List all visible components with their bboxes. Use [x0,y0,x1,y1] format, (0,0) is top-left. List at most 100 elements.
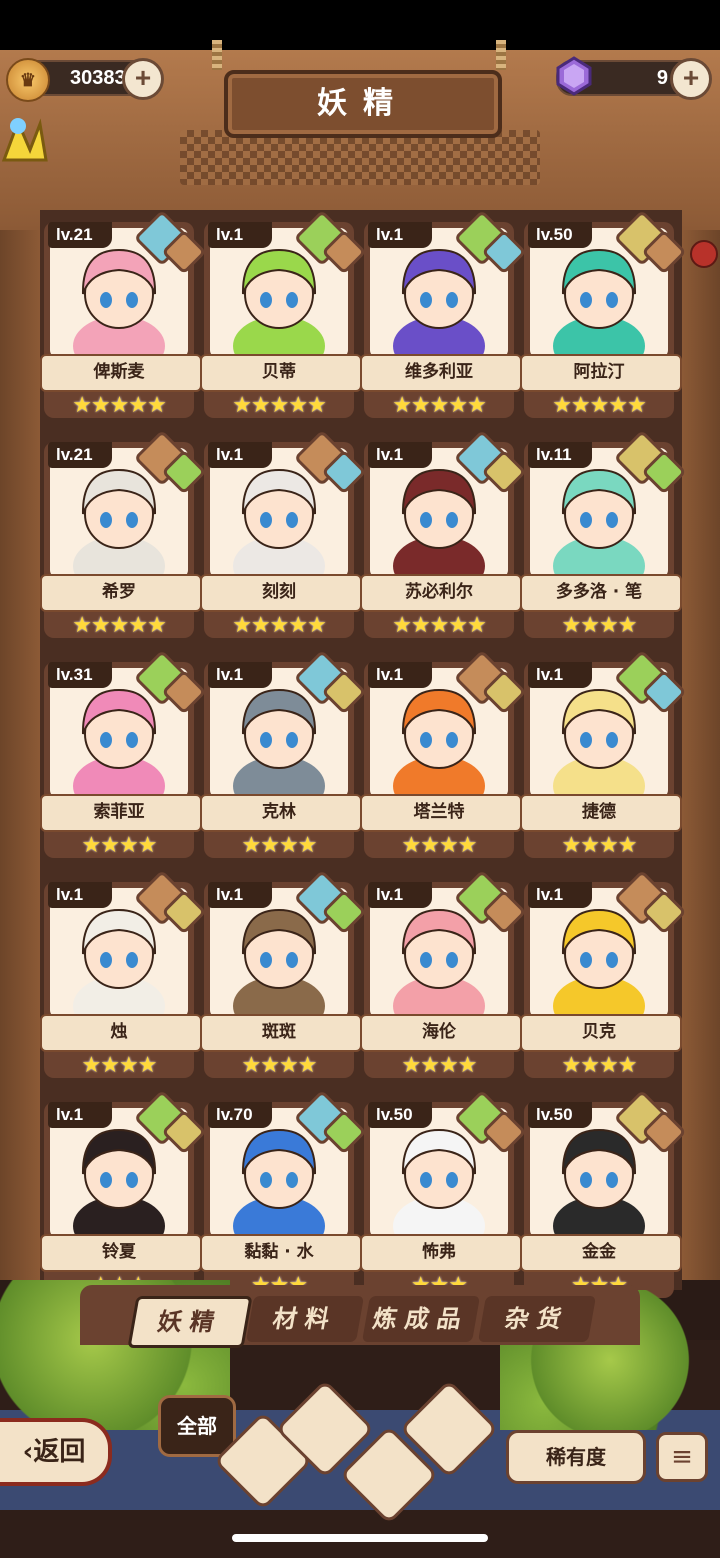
fairy-card[interactable]: lv.1 克林 ★★★★ [200,649,367,868]
eye-right [126,512,138,528]
fairy-name: 捷德 [582,802,616,822]
eye-left [260,732,272,748]
fairy-card[interactable]: lv.1 刻刻 ★★★★★ [200,429,367,648]
eye-left [420,292,432,308]
star-rating: ★★★★ [561,1053,638,1078]
star-rating: ★★★★★ [72,613,167,638]
coin-counter: ♛ 30383 + [6,58,164,102]
eye-right [126,732,138,748]
star-rating: ★★★★★ [552,393,647,418]
fairy-card[interactable]: lv.11 多多洛 · 笔 ★★★★ [520,429,687,648]
level-badge: lv.70 [208,1102,272,1128]
gem-value: 9 [656,67,668,89]
cabinet-side-left [0,230,40,1280]
fairy-card[interactable]: lv.1 贝蒂 ★★★★★ [200,209,367,428]
eye-left [260,952,272,968]
fairy-name: 俾斯麦 [93,362,145,382]
sign-rope-left [212,40,222,70]
eye-right [446,292,458,308]
eye-right [446,952,458,968]
fairy-card[interactable]: lv.1 斑斑 ★★★★ [200,869,367,1088]
level-badge: lv.31 [48,662,112,688]
level-badge: lv.21 [48,222,112,248]
fairy-card[interactable]: lv.1 贝克 ★★★★ [520,869,687,1088]
star-rating: ★★★★ [401,833,478,858]
fairy-name: 克林 [262,802,296,822]
coin-value: 30383 [70,67,126,89]
tab-misc[interactable]: 杂货 [477,1296,597,1342]
tab-crafted[interactable]: 炼成品 [361,1296,481,1342]
filter-all-button[interactable]: 全部 [158,1395,236,1457]
level-badge: lv.1 [48,1102,112,1128]
fairy-card[interactable]: lv.1 捷德 ★★★★ [520,649,687,868]
eye-right [606,732,618,748]
fairy-name: 贝蒂 [262,362,296,382]
eye-left [100,732,112,748]
fairy-card[interactable]: lv.31 索菲亚 ★★★★ [40,649,207,868]
eye-right [446,1172,458,1188]
star-rating: ★★★★★ [232,393,327,418]
eye-right [286,1172,298,1188]
home-indicator [232,1534,488,1542]
fairy-card[interactable]: lv.1 铃夏 ★★★ [40,1089,207,1308]
gem-icon [556,56,592,96]
fairy-card[interactable]: lv.1 苏必利尔 ★★★★★ [360,429,527,648]
fairy-name: 怖弗 [422,1242,456,1262]
ladybug-icon [690,240,718,268]
star-rating: ★★★★★ [392,613,487,638]
eye-left [260,1172,272,1188]
fairy-card[interactable]: lv.1 烛 ★★★★ [40,869,207,1088]
star-rating: ★★★★ [81,1053,158,1078]
level-badge: lv.11 [528,442,592,468]
eye-right [286,732,298,748]
back-button[interactable]: ‹返回 [0,1418,112,1486]
fairy-card[interactable]: lv.21 俾斯麦 ★★★★★ [40,209,207,428]
level-badge: lv.50 [528,1102,592,1128]
level-badge: lv.1 [528,662,592,688]
gem-counter: 9 + [556,56,712,100]
eye-left [580,1172,592,1188]
fairy-card[interactable]: lv.1 海伦 ★★★★ [360,869,527,1088]
level-badge: lv.1 [528,882,592,908]
tab-materials[interactable]: 材料 [245,1296,365,1342]
eye-right [446,512,458,528]
eye-left [420,732,432,748]
page-title: 妖精 [224,70,502,138]
fairy-name: 维多利亚 [405,362,473,382]
level-badge: lv.1 [208,222,272,248]
fairy-name: 贝克 [582,1022,616,1042]
fairy-card[interactable]: lv.50 金金 ★★★ [520,1089,687,1308]
add-gems-button[interactable]: + [670,58,712,100]
level-badge: lv.50 [528,222,592,248]
sign-rope-right [496,40,506,70]
fairy-card[interactable]: lv.1 维多利亚 ★★★★★ [360,209,527,428]
fairy-card[interactable]: lv.21 希罗 ★★★★★ [40,429,207,648]
eye-left [580,292,592,308]
tab-fairy[interactable]: 妖精 [127,1296,253,1348]
fairy-name: 希罗 [102,582,136,602]
fairy-card[interactable]: lv.50 怖弗 ★★★ [360,1089,527,1308]
level-badge: lv.1 [368,222,432,248]
eye-left [100,1172,112,1188]
cabinet-side-right [682,230,720,1280]
fairy-name: 刻刻 [262,582,296,602]
eye-left [100,952,112,968]
star-rating: ★★★★ [241,1053,318,1078]
eye-right [286,512,298,528]
rarity-sort-button[interactable]: 稀有度 [506,1430,646,1484]
level-badge: lv.50 [368,1102,432,1128]
fairy-card[interactable]: lv.50 阿拉汀 ★★★★★ [520,209,687,428]
sort-order-button[interactable]: ≡ [656,1432,708,1482]
eye-left [420,512,432,528]
eye-left [260,512,272,528]
fairy-card[interactable]: lv.70 黏黏 · 水 ★★★ [200,1089,367,1308]
level-badge: lv.1 [368,882,432,908]
fairy-card[interactable]: lv.1 塔兰特 ★★★★ [360,649,527,868]
add-coins-button[interactable]: + [122,58,164,100]
star-rating: ★★★★ [561,613,638,638]
eye-left [580,512,592,528]
fairy-name: 塔兰特 [413,802,465,822]
star-rating: ★★★★★ [232,613,327,638]
status-bar [0,0,720,50]
event-logo-icon[interactable] [0,110,48,170]
